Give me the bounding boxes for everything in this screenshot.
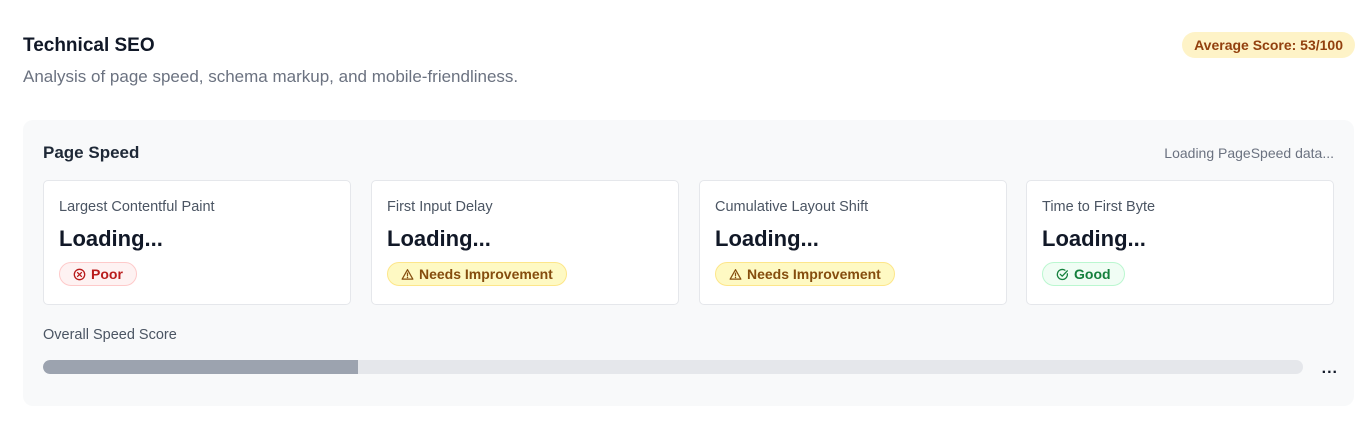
section-title: Technical SEO (23, 35, 155, 56)
metric-value: Loading... (59, 226, 163, 251)
overall-speed-progress-fill (43, 360, 358, 374)
status-badge: Poor (59, 262, 137, 286)
status-badge: Needs Improvement (387, 262, 567, 286)
overall-speed-label: Overall Speed Score (43, 327, 177, 343)
status-badge: Needs Improvement (715, 262, 895, 286)
status-label: Poor (91, 266, 123, 282)
metric-card-ttfb: Time to First Byte Loading... Good (1026, 180, 1334, 305)
section-subtitle: Analysis of page speed, schema markup, a… (23, 67, 519, 86)
page-speed-title: Page Speed (43, 143, 140, 162)
warning-triangle-icon (401, 268, 414, 281)
metric-value: Loading... (1042, 226, 1146, 251)
page-speed-panel: Page Speed Loading PageSpeed data... Lar… (23, 120, 1354, 406)
metric-card-cls: Cumulative Layout Shift Loading... Needs… (699, 180, 1007, 305)
section-header: Technical SEO Analysis of page speed, sc… (23, 32, 1355, 88)
status-badge: Good (1042, 262, 1125, 286)
page-speed-status: Loading PageSpeed data... (1164, 145, 1334, 161)
overall-speed-value: ... (1321, 360, 1338, 377)
metric-value: Loading... (715, 226, 819, 251)
warning-triangle-icon (729, 268, 742, 281)
x-circle-icon (73, 268, 86, 281)
metric-value: Loading... (387, 226, 491, 251)
metric-card-fid: First Input Delay Loading... Needs Impro… (371, 180, 679, 305)
status-label: Needs Improvement (747, 266, 881, 282)
metric-name: Time to First Byte (1042, 199, 1156, 215)
metric-name: Cumulative Layout Shift (715, 199, 869, 215)
metric-name: First Input Delay (387, 199, 493, 215)
status-label: Needs Improvement (419, 266, 553, 282)
average-score-badge: Average Score: 53/100 (1182, 32, 1355, 58)
metric-name: Largest Contentful Paint (59, 199, 215, 215)
status-label: Good (1074, 266, 1111, 282)
overall-speed-progress (43, 360, 1303, 374)
check-circle-icon (1056, 268, 1069, 281)
metric-card-lcp: Largest Contentful Paint Loading... Poor (43, 180, 351, 305)
